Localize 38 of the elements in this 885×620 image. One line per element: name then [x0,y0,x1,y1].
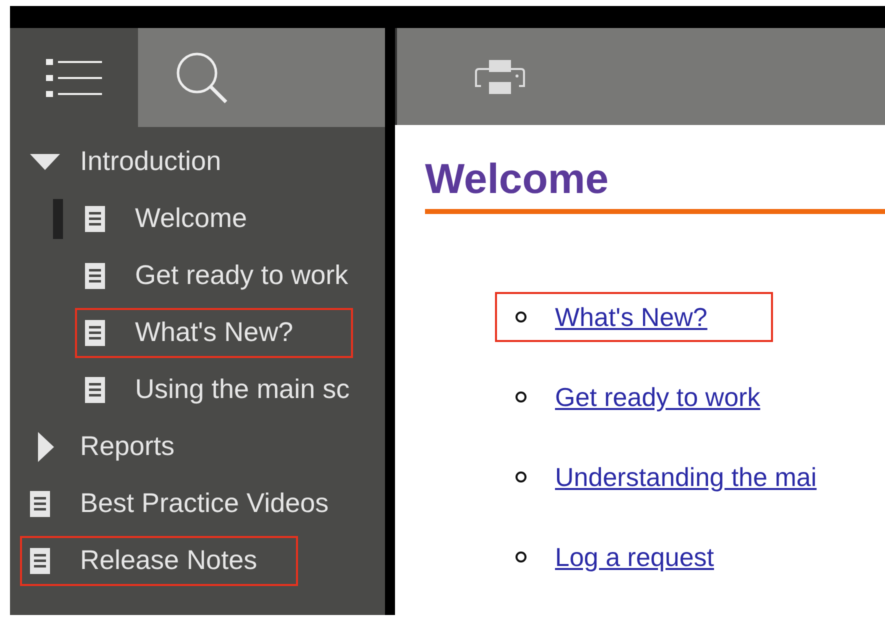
item-label: Introduction [80,146,222,177]
item-label: What's New? [135,317,294,348]
sidebar-item[interactable]: What's New? [10,304,385,361]
sidebar-item[interactable]: Using the main sc [10,361,385,418]
item-label: Reports [80,431,175,462]
sidebar-item[interactable]: Introduction [10,133,385,190]
printer-icon [475,60,525,94]
sidebar-item[interactable]: Get ready to work [10,247,385,304]
document-icon [85,376,105,402]
sidebar-item[interactable]: Reports [10,418,385,475]
item-label: Release Notes [80,545,258,576]
bullet-icon [515,551,527,563]
selection-indicator [52,198,62,238]
document-icon [85,206,105,232]
sidebar-item[interactable]: Welcome [10,190,385,247]
item-label: Best Practice Videos [80,488,329,519]
item-label: Using the main sc [135,374,350,405]
topic-link[interactable]: What's New? [555,302,708,332]
sidebar-item[interactable]: Release Notes [10,532,385,589]
document-icon [85,320,105,346]
list-icon [46,58,102,96]
topic-link[interactable]: Get ready to work [555,382,760,412]
item-label: Welcome [135,203,248,234]
bullet-icon [515,311,527,323]
item-label: Get ready to work [135,260,348,291]
topic-link[interactable]: Log a request [555,542,714,572]
document-icon [30,490,50,516]
topic-link[interactable]: Understanding the mai [555,462,817,492]
bullet-icon [515,471,527,483]
search-icon [176,52,228,104]
document-icon [30,548,50,574]
bullet-icon [515,391,527,403]
collapse-triangle-icon[interactable] [30,154,60,170]
document-icon [85,262,105,288]
page-heading: Welcome [425,155,610,204]
print-button[interactable] [475,60,525,94]
expand-triangle-icon[interactable] [38,432,54,462]
sidebar-item[interactable]: Best Practice Videos [10,475,385,532]
